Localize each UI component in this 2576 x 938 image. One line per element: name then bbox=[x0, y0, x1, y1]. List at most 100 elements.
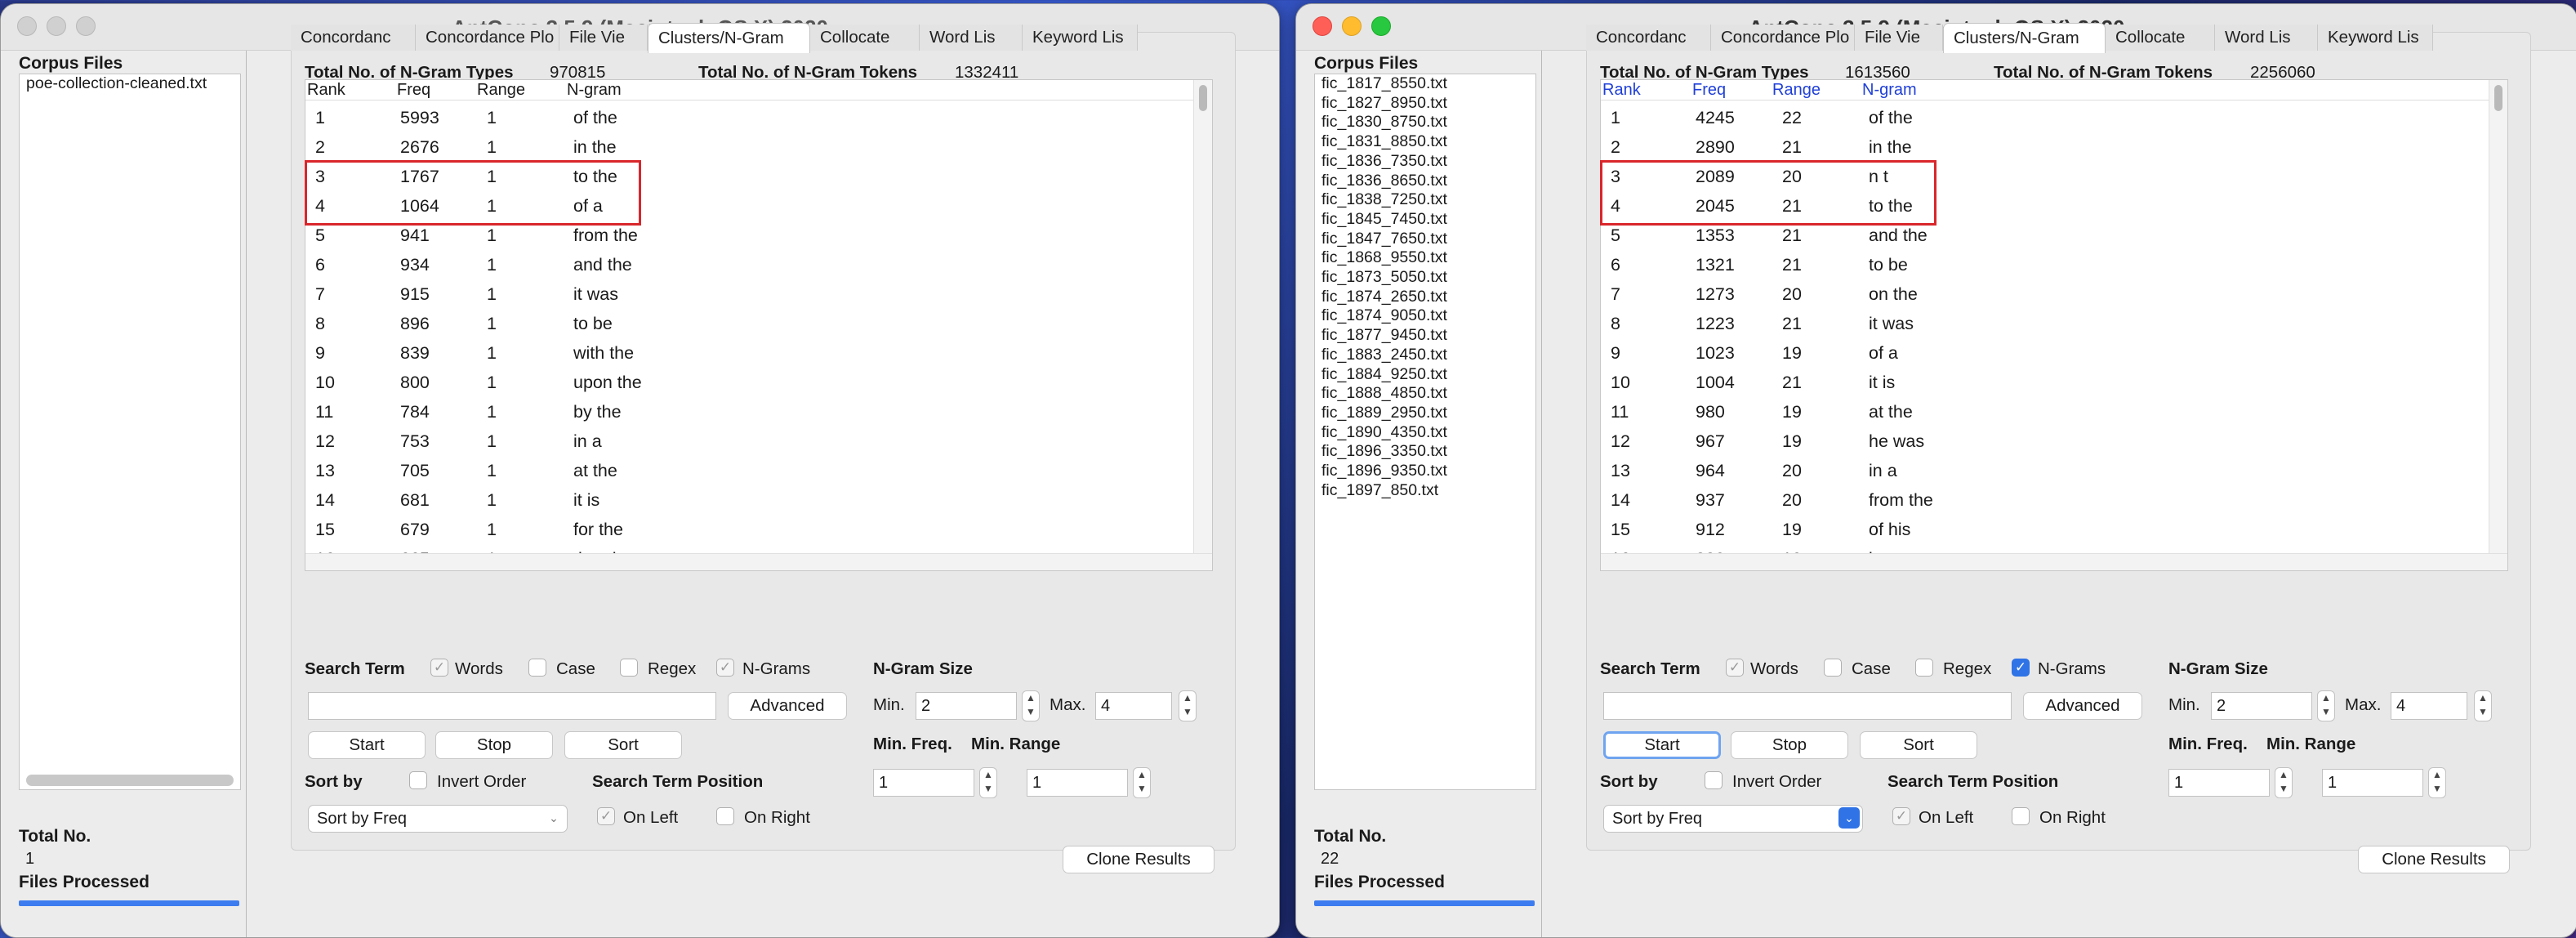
corpus-file-item[interactable]: fic_1836_8650.txt bbox=[1315, 172, 1535, 191]
corpus-file-item[interactable]: fic_1896_9350.txt bbox=[1315, 462, 1535, 481]
corpus-file-item[interactable]: fic_1836_7350.txt bbox=[1315, 152, 1535, 172]
chevron-down-icon[interactable]: ⌄ bbox=[1838, 807, 1860, 829]
min-range-input[interactable]: 1 bbox=[1027, 769, 1128, 797]
table-row[interactable]: 11 784 1 by the bbox=[305, 397, 1192, 427]
corpus-file-item[interactable]: fic_1890_4350.txt bbox=[1315, 423, 1535, 443]
sort-by-select[interactable]: Sort by Freq bbox=[1603, 805, 1863, 833]
table-row[interactable]: 2 2676 1 in the bbox=[305, 132, 1192, 162]
table-row[interactable]: 9 1023 19 of a bbox=[1601, 338, 2488, 368]
tab-word-lis[interactable]: Word Lis bbox=[920, 25, 1023, 51]
advanced-button[interactable]: Advanced bbox=[728, 692, 847, 720]
sort-by-select[interactable]: Sort by Freq bbox=[308, 805, 568, 833]
table-row[interactable]: 2 2890 21 in the bbox=[1601, 132, 2488, 162]
tab-word-lis[interactable]: Word Lis bbox=[2215, 25, 2318, 51]
table-row[interactable]: 7 1273 20 on the bbox=[1601, 279, 2488, 309]
min-freq-input[interactable]: 1 bbox=[2168, 769, 2270, 797]
ngrams-checkbox[interactable]: ✓ bbox=[716, 659, 734, 677]
min-freq-stepper[interactable]: ▲ ▼ bbox=[979, 767, 997, 798]
tab-clusters-n-gram[interactable]: Clusters/N-Gram bbox=[1943, 23, 2106, 53]
table-row[interactable]: 3 2089 20 n t bbox=[1601, 162, 2488, 191]
column-header-rank[interactable]: Rank bbox=[307, 81, 345, 100]
regex-checkbox[interactable] bbox=[1915, 659, 1933, 677]
table-row[interactable]: 5 941 1 from the bbox=[305, 221, 1192, 250]
on-right-checkbox[interactable] bbox=[716, 807, 734, 825]
search-term-input[interactable] bbox=[1603, 692, 2012, 720]
table-row[interactable]: 7 915 1 it was bbox=[305, 279, 1192, 309]
scrollbar-thumb[interactable] bbox=[2494, 85, 2502, 111]
tab-file-vie[interactable]: File Vie bbox=[1855, 25, 1943, 51]
ngrams-checkbox[interactable]: ✓ bbox=[2012, 659, 2030, 677]
ngram-min-input[interactable]: 2 bbox=[2211, 692, 2312, 720]
table-row[interactable]: 1 5993 1 of the bbox=[305, 103, 1192, 132]
case-checkbox[interactable] bbox=[1824, 659, 1842, 677]
start-button[interactable]: Start bbox=[308, 731, 426, 759]
table-row[interactable]: 6 934 1 and the bbox=[305, 250, 1192, 279]
tab-concordance-plo[interactable]: Concordance Plo bbox=[1711, 25, 1855, 51]
sort-button[interactable]: Sort bbox=[1860, 731, 1977, 759]
start-button[interactable]: Start bbox=[1603, 731, 1721, 759]
column-header-range[interactable]: Range bbox=[477, 81, 525, 100]
table-row[interactable]: 14 681 1 it is bbox=[305, 485, 1192, 515]
column-header-n-gram[interactable]: N-gram bbox=[1862, 81, 1917, 100]
ngram-max-input[interactable]: 4 bbox=[1095, 692, 1172, 720]
corpus-file-item[interactable]: fic_1827_8950.txt bbox=[1315, 94, 1535, 114]
ngram-max-stepper[interactable]: ▲ ▼ bbox=[1179, 690, 1197, 721]
table-row[interactable]: 12 753 1 in a bbox=[305, 427, 1192, 456]
horizontal-scrollbar[interactable] bbox=[1601, 553, 2507, 570]
regex-checkbox[interactable] bbox=[620, 659, 638, 677]
table-row[interactable]: 11 980 19 at the bbox=[1601, 397, 2488, 427]
ngram-min-stepper[interactable]: ▲ ▼ bbox=[2317, 690, 2335, 721]
table-row[interactable]: 5 1353 21 and the bbox=[1601, 221, 2488, 250]
ngram-max-stepper[interactable]: ▲ ▼ bbox=[2474, 690, 2492, 721]
on-left-checkbox[interactable]: ✓ bbox=[597, 807, 615, 825]
case-checkbox[interactable] bbox=[528, 659, 546, 677]
ngram-min-stepper[interactable]: ▲ ▼ bbox=[1022, 690, 1040, 721]
tab-keyword-lis[interactable]: Keyword Lis bbox=[1023, 25, 1138, 51]
tab-clusters-n-gram[interactable]: Clusters/N-Gram bbox=[648, 23, 810, 53]
column-header-rank[interactable]: Rank bbox=[1602, 81, 1641, 100]
table-row[interactable]: 4 1064 1 of a bbox=[305, 191, 1192, 221]
corpus-file-item[interactable]: fic_1883_2450.txt bbox=[1315, 346, 1535, 365]
corpus-file-item[interactable]: poe-collection-cleaned.txt bbox=[20, 74, 240, 94]
search-term-input[interactable] bbox=[308, 692, 716, 720]
horizontal-scrollbar[interactable] bbox=[26, 775, 234, 786]
table-row[interactable]: 13 705 1 at the bbox=[305, 456, 1192, 485]
column-header-freq[interactable]: Freq bbox=[1692, 81, 1726, 100]
table-row[interactable]: 8 896 1 to be bbox=[305, 309, 1192, 338]
corpus-file-item[interactable]: fic_1838_7250.txt bbox=[1315, 190, 1535, 210]
min-freq-stepper[interactable]: ▲ ▼ bbox=[2275, 767, 2293, 798]
table-row[interactable]: 1 4245 22 of the bbox=[1601, 103, 2488, 132]
table-row[interactable]: 3 1767 1 to the bbox=[305, 162, 1192, 191]
words-checkbox[interactable]: ✓ bbox=[430, 659, 448, 677]
corpus-file-item[interactable]: fic_1845_7450.txt bbox=[1315, 210, 1535, 230]
table-row[interactable]: 6 1321 21 to be bbox=[1601, 250, 2488, 279]
ngram-results-table[interactable]: Rank Freq Range N-gram 1 5993 1 of the 2 2676 1 in … bbox=[305, 79, 1213, 571]
table-row[interactable]: 13 964 20 in a bbox=[1601, 456, 2488, 485]
corpus-file-item[interactable]: fic_1884_9250.txt bbox=[1315, 365, 1535, 385]
words-checkbox[interactable]: ✓ bbox=[1726, 659, 1744, 677]
tab-concordance-plo[interactable]: Concordance Plo bbox=[416, 25, 559, 51]
table-row[interactable]: 10 800 1 upon the bbox=[305, 368, 1192, 397]
tab-keyword-lis[interactable]: Keyword Lis bbox=[2318, 25, 2433, 51]
corpus-file-item[interactable]: fic_1817_8550.txt bbox=[1315, 74, 1535, 94]
tab-concordanc[interactable]: Concordanc bbox=[291, 25, 416, 51]
chevron-down-icon[interactable]: ⌄ bbox=[543, 807, 564, 829]
invert-order-checkbox[interactable] bbox=[1705, 771, 1723, 789]
table-row[interactable]: 4 2045 21 to the bbox=[1601, 191, 2488, 221]
ngram-min-input[interactable]: 2 bbox=[916, 692, 1017, 720]
min-range-stepper[interactable]: ▲ ▼ bbox=[1133, 767, 1151, 798]
corpus-file-item[interactable]: fic_1896_3350.txt bbox=[1315, 442, 1535, 462]
horizontal-scrollbar[interactable] bbox=[305, 553, 1212, 570]
ngram-max-input[interactable]: 4 bbox=[2391, 692, 2467, 720]
sort-button[interactable]: Sort bbox=[564, 731, 682, 759]
tab-collocate[interactable]: Collocate bbox=[2106, 25, 2215, 51]
min-range-stepper[interactable]: ▲ ▼ bbox=[2428, 767, 2446, 798]
corpus-file-item[interactable]: fic_1888_4850.txt bbox=[1315, 384, 1535, 404]
clone-results-button[interactable]: Clone Results bbox=[2358, 846, 2510, 873]
min-freq-input[interactable]: 1 bbox=[873, 769, 974, 797]
min-range-input[interactable]: 1 bbox=[2322, 769, 2423, 797]
stop-button[interactable]: Stop bbox=[1731, 731, 1848, 759]
table-row[interactable]: 15 679 1 for the bbox=[305, 515, 1192, 544]
corpus-file-item[interactable]: fic_1873_5050.txt bbox=[1315, 268, 1535, 288]
table-row[interactable]: 15 912 19 of his bbox=[1601, 515, 2488, 544]
